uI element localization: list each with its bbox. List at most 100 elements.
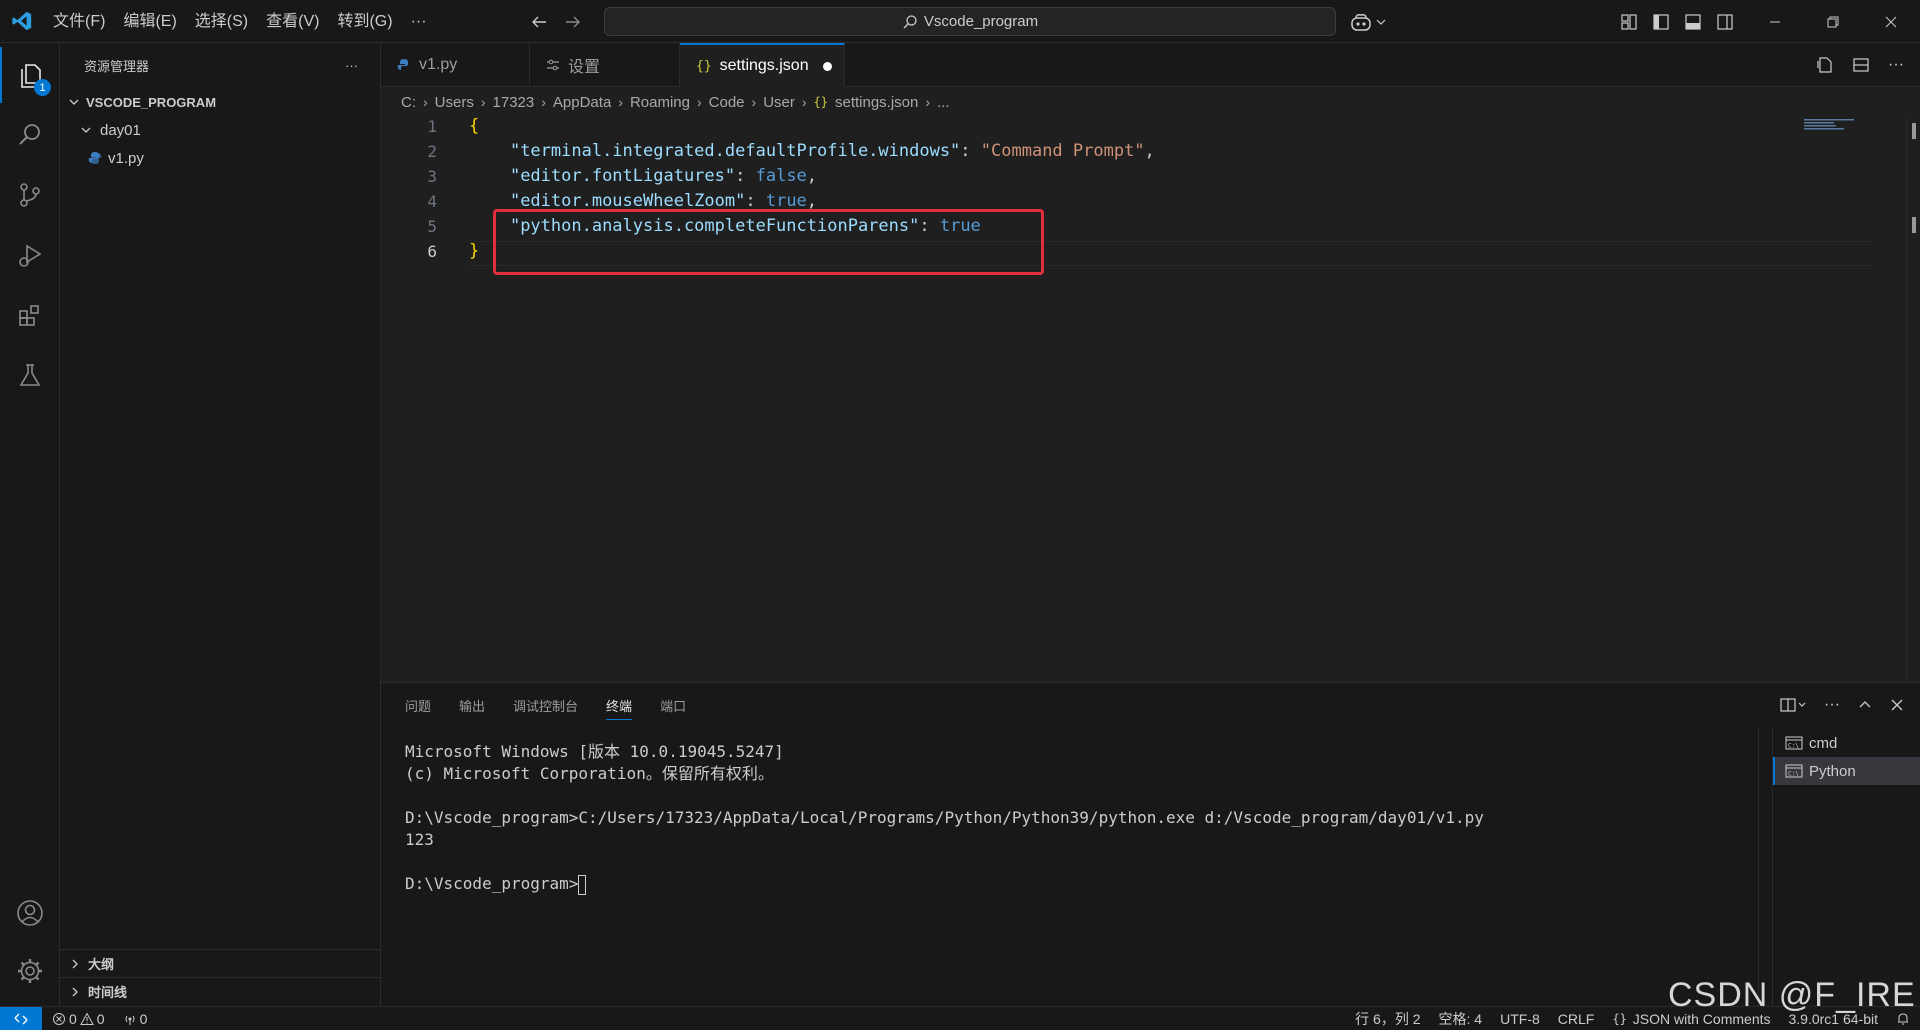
chevron-right-icon: › [618,94,623,110]
toggle-secondary-sidebar-icon[interactable] [1716,13,1734,31]
activity-extensions[interactable] [0,287,60,343]
tab-settings[interactable]: 设置 [530,43,680,87]
annotation-highlight-box [493,209,1044,275]
restore-icon [1827,16,1839,27]
csdn-watermark: CSDN @F_IRE [1668,976,1916,1014]
json-comma: , [806,166,818,186]
terminal-cursor [578,874,587,895]
panel-actions: ··· [1780,683,1904,727]
breadcrumb: C: › Users › 17323 › AppData › Roaming › Code… [381,87,1920,117]
json-colon: : [745,191,766,211]
indentation[interactable]: 空格: 4 [1439,1009,1483,1029]
activity-explorer[interactable]: 1 [0,47,60,103]
breadcrumb-item[interactable]: ... [937,94,950,111]
editor-scrollbar[interactable] [1906,117,1920,682]
json-colon: : [960,141,981,161]
breadcrumb-item[interactable]: User [763,94,795,111]
toggle-primary-sidebar-icon[interactable] [1652,13,1670,31]
menu-more[interactable]: ··· [402,0,436,43]
activity-testing[interactable] [0,347,60,403]
breadcrumb-item[interactable]: AppData [553,94,611,111]
terminal-item-cmd[interactable]: C:\ cmd [1773,729,1920,757]
tab-terminal[interactable]: 终端 [606,696,633,720]
breadcrumb-item[interactable]: Users [435,94,474,111]
extensions-icon [19,305,39,326]
explorer-more-button[interactable]: ··· [345,58,358,73]
breadcrumb-item[interactable]: Roaming [630,94,690,111]
json-braces-icon: {} [1612,1012,1627,1026]
breadcrumb-item[interactable]: Code [709,94,745,111]
copilot-button[interactable] [1350,0,1386,43]
timeline-section[interactable]: 时间线 [60,977,380,1005]
forward-arrow-icon[interactable] [564,13,582,31]
tab-settings-json[interactable]: {} settings.json [680,43,845,87]
chevron-down-icon [69,99,79,105]
tab-problems[interactable]: 问题 [405,696,431,715]
minimize-button[interactable] [1746,0,1804,43]
chevron-right-icon: › [423,94,428,110]
open-settings-ui-icon[interactable] [1816,56,1834,74]
line-number: 2 [427,142,437,161]
menu-go[interactable]: 转到(G) [328,0,401,43]
menu-edit[interactable]: 编辑(E) [114,0,185,43]
file-v1py[interactable]: v1.py [60,144,380,172]
file-encoding[interactable]: UTF-8 [1500,1011,1540,1027]
chevron-right-icon: › [541,94,546,110]
activity-manage[interactable] [0,943,60,999]
tab-output[interactable]: 输出 [459,696,485,715]
toggle-panel-icon[interactable] [1684,13,1702,31]
menu-view[interactable]: 查看(V) [257,0,328,43]
tab-ports[interactable]: 端口 [660,696,686,715]
split-editor-icon[interactable] [1852,56,1870,74]
editor-more-icon[interactable]: ··· [1888,56,1904,74]
terminal-list: C:\ cmd C:\ Python [1772,727,1920,1007]
unsaved-dot-icon[interactable] [822,61,832,71]
ports-status[interactable]: 0 [123,1011,147,1027]
svg-text:C:\: C:\ [1788,743,1799,750]
close-button[interactable] [1862,0,1920,43]
activity-source-control[interactable] [0,167,60,223]
split-terminal-icon[interactable] [1780,697,1806,713]
activity-accounts[interactable] [0,885,60,941]
warning-icon [79,1012,94,1025]
tab-v1py[interactable]: v1.py [381,43,530,87]
outline-section[interactable]: 大纲 [60,949,380,977]
json-comma: , [1144,141,1155,161]
maximize-panel-icon[interactable] [1858,698,1872,712]
json-value: false [755,166,807,186]
layout-controls [1620,0,1734,43]
activity-search[interactable] [0,107,60,163]
status-bar: 0 0 0 行 6，列 2 空格: 4 UTF-8 CRLF {} JSON wi… [0,1006,1920,1030]
close-panel-icon[interactable] [1890,698,1904,712]
problems-status[interactable]: 0 0 [52,1011,105,1027]
close-icon [1885,16,1897,27]
command-center-search[interactable]: Vscode_program [604,7,1336,36]
line-number: 6 [427,242,437,261]
terminal-output[interactable]: Microsoft Windows [版本 10.0.19045.5247] (c… [405,741,1484,895]
folder-day01[interactable]: day01 [60,116,380,144]
back-arrow-icon[interactable] [530,13,548,31]
terminal-scrollbar[interactable] [1758,727,1772,1007]
menu-file[interactable]: 文件(F) [44,0,114,43]
menu-selection[interactable]: 选择(S) [186,0,257,43]
copilot-icon [1351,13,1371,31]
breadcrumb-item[interactable]: settings.json [835,94,918,111]
minimap[interactable] [1794,117,1874,137]
breadcrumb-item[interactable]: C: [401,94,416,111]
activity-run-debug[interactable] [0,227,60,283]
remote-button[interactable] [0,1007,42,1030]
terminal-item-python[interactable]: C:\ Python [1773,757,1920,785]
customize-layout-icon[interactable] [1620,13,1638,31]
timeline-label: 时间线 [88,985,128,1000]
json-key: "terminal.integrated.defaultProfile.wind… [509,141,961,161]
code-editor[interactable]: 1 2 3 4 5 6 { "terminal.integrated.defau… [381,116,1920,682]
restore-button[interactable] [1804,0,1862,43]
line-number: 4 [427,192,437,211]
tab-debug-console[interactable]: 调试控制台 [513,696,578,715]
end-of-line[interactable]: CRLF [1558,1011,1595,1027]
cursor-position[interactable]: 行 6，列 2 [1355,1009,1420,1029]
vscode-logo-icon [0,0,44,43]
project-root[interactable]: VSCODE_PROGRAM [60,88,380,116]
breadcrumb-item[interactable]: 17323 [493,94,535,111]
panel-more-icon[interactable]: ··· [1824,696,1840,714]
